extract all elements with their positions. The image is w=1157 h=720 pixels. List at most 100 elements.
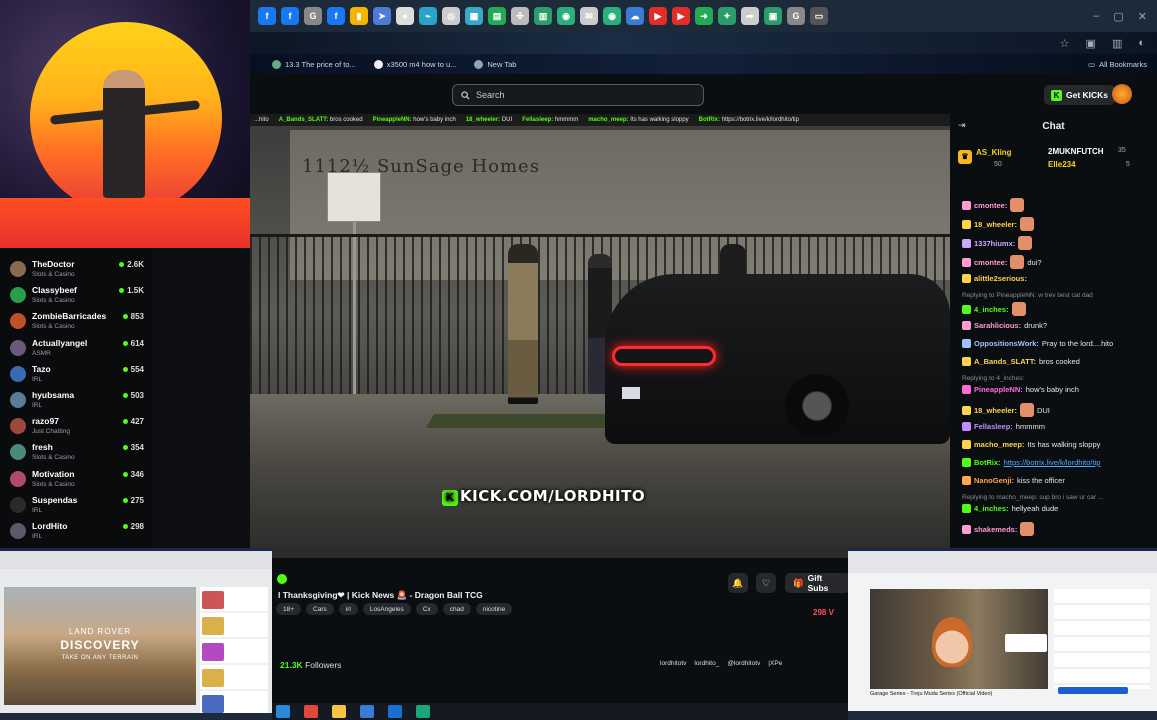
social-link[interactable]: lordhitotv	[660, 660, 686, 667]
chat-username[interactable]: BotRix:	[974, 458, 1001, 467]
chat-message[interactable]: Fellasleep: hmmmm	[962, 422, 1045, 431]
video-thumbnail[interactable]	[202, 617, 224, 635]
subscribe-button[interactable]	[1058, 687, 1128, 694]
arrow-icon[interactable]: ➜	[695, 7, 713, 25]
leaderboard-row[interactable]: Classybeef Slots & Casino 1.5K	[8, 282, 148, 308]
table-icon[interactable]: ▥	[534, 7, 552, 25]
notification-bell-button[interactable]: 🔔	[728, 573, 748, 593]
stream-tag[interactable]: Cx	[415, 603, 438, 615]
youtube-icon[interactable]: ▶	[672, 7, 690, 25]
video-thumbnail[interactable]	[202, 695, 224, 713]
chat-message[interactable]: cmontee:	[962, 198, 1025, 212]
leaderboard-row[interactable]: razo97 Just Chatting 427	[8, 413, 148, 439]
circle-icon[interactable]: ●	[396, 7, 414, 25]
video-thumbnail[interactable]	[202, 669, 224, 687]
bookmark-item[interactable]: 13.3 The price of to...	[272, 59, 356, 69]
chat-username[interactable]: cmontee:	[974, 258, 1007, 267]
google-icon[interactable]: G	[304, 7, 322, 25]
leaderboard-row[interactable]: TheDoctor Slots & Casino 2.6K	[8, 256, 148, 282]
youtube-icon[interactable]: ▶	[649, 7, 667, 25]
chat-link[interactable]: https://botrix.live/k/lordhito/tip	[1004, 458, 1101, 467]
chat-username[interactable]: OppositionsWork:	[974, 339, 1039, 348]
chat-username[interactable]: 4_inches:	[974, 305, 1009, 314]
profile-icon[interactable]: ◐	[1138, 37, 1145, 49]
chat-message[interactable]: BotRix: https://botrix.live/k/lordhito/ti…	[962, 458, 1100, 467]
globe-icon[interactable]: ◉	[557, 7, 575, 25]
chat-message[interactable]: 4_inches: hellyeah dude	[962, 504, 1058, 513]
stream-tag[interactable]: chad	[442, 603, 471, 615]
maximize-icon[interactable]: ▢	[1113, 10, 1123, 23]
leaderboard-row[interactable]: fresh Slots & Casino 354	[8, 439, 148, 465]
gift-subs-button[interactable]: 🎁 Gift Subs	[785, 573, 850, 593]
cloud-icon[interactable]: ☁	[626, 7, 644, 25]
chat-message[interactable]: PineappleNN: how's baby inch	[962, 385, 1079, 394]
stream-tag[interactable]: nicotine	[475, 603, 513, 615]
grid-icon[interactable]: ▦	[465, 7, 483, 25]
globe-icon[interactable]: ◉	[603, 7, 621, 25]
chat-message[interactable]: OppositionsWork: Pray to the lord....hito	[962, 339, 1113, 348]
sidepanel-icon[interactable]: ▥	[1112, 37, 1122, 50]
chat-username[interactable]: cmontee:	[974, 201, 1007, 210]
chat-message[interactable]: 1337hiumx:	[962, 236, 1033, 250]
leaderboard-row[interactable]: Actuallyangel ASMR 614	[8, 335, 148, 361]
chat-username[interactable]: shakemeds:	[974, 525, 1017, 534]
chat-username[interactable]: PineappleNN:	[974, 385, 1023, 394]
chat-message[interactable]: Sarahlicious: drunk?	[962, 321, 1047, 330]
folder-icon[interactable]	[332, 705, 346, 718]
chat-message[interactable]: macho_meep: Its has walking sloppy	[962, 440, 1100, 449]
chat-username[interactable]: A_Bands_SLATT:	[974, 357, 1036, 366]
social-link[interactable]: |XPe	[768, 660, 782, 667]
video-thumbnail[interactable]	[202, 591, 224, 609]
chat-username[interactable]: macho_meep:	[974, 440, 1024, 449]
chat-username[interactable]: Sarahlicious:	[974, 321, 1021, 330]
follow-heart-button[interactable]: ♡	[756, 573, 776, 593]
arrow-icon[interactable]: ➤	[373, 7, 391, 25]
chat-message[interactable]: NanoGenji: kiss the officer	[962, 476, 1065, 485]
sheet-icon[interactable]: ▤	[488, 7, 506, 25]
leaderboard-row[interactable]: Suspendas IRL 275	[8, 492, 148, 518]
leaderboard-row[interactable]: ZombieBarricades Slots & Casino 853	[8, 308, 148, 334]
compass-icon[interactable]: ◎	[442, 7, 460, 25]
edge-icon[interactable]	[276, 705, 290, 718]
puzzle-icon[interactable]: ✦	[718, 7, 736, 25]
video-thumbnail[interactable]	[202, 643, 224, 661]
chat-username[interactable]: NanoGenji:	[974, 476, 1014, 485]
stream-tag[interactable]: Cars	[306, 603, 334, 615]
mail-icon[interactable]: ✉	[580, 7, 598, 25]
minimize-icon[interactable]: –	[1093, 10, 1099, 23]
leaderboard-row[interactable]: hyubsama IRL 503	[8, 387, 148, 413]
leaderboard-row[interactable]: Motivation Slots & Casino 346	[8, 466, 148, 492]
chat-username[interactable]: alittle2serious:	[974, 274, 1027, 283]
chrome-icon[interactable]	[304, 705, 318, 718]
social-link[interactable]: lordhito_	[694, 660, 719, 667]
second-gifter-name[interactable]: 2MUKNFUTCH	[1048, 147, 1104, 156]
get-kicks-button[interactable]: K Get KICKs	[1044, 85, 1116, 105]
third-gifter-name[interactable]: Elle234	[1048, 160, 1076, 169]
outlook-icon[interactable]	[388, 705, 402, 718]
google-icon[interactable]: G	[787, 7, 805, 25]
user-avatar[interactable]	[1112, 84, 1132, 104]
car-ad[interactable]: LAND ROVER DISCOVERY TAKE ON ANY TERRAIN	[4, 587, 196, 705]
top-gifter-name[interactable]: AS_Kling	[976, 148, 1012, 157]
app-icon[interactable]	[416, 705, 430, 718]
search-input[interactable]: Search	[452, 84, 704, 106]
stream-video[interactable]: 1112½ SunSage Homes ...hito A_Bands_SLATT…	[250, 114, 950, 558]
social-link[interactable]: @lordhitotv	[727, 660, 760, 667]
chat-message[interactable]: shakemeds:	[962, 522, 1035, 536]
bookmark-icon[interactable]: ▣	[764, 7, 782, 25]
chat-username[interactable]: 4_inches:	[974, 504, 1009, 513]
video-icon[interactable]: ▭	[810, 7, 828, 25]
chat-message[interactable]: A_Bands_SLATT: bros cooked	[962, 357, 1080, 366]
embedded-video[interactable]	[870, 589, 1048, 689]
all-bookmarks[interactable]: ▭ All Bookmarks	[1088, 60, 1157, 69]
leaderboard-row[interactable]: Tazo IRL 554	[8, 361, 148, 387]
chat-message[interactable]: 4_inches:	[962, 302, 1026, 316]
bookmark-item[interactable]: x3500 m4 how to u...	[373, 59, 456, 69]
chat-username[interactable]: Fellasleep:	[974, 422, 1013, 431]
stream-tag[interactable]: irl	[338, 603, 358, 615]
facebook-icon[interactable]: f	[281, 7, 299, 25]
calendar-icon[interactable]	[360, 705, 374, 718]
chat-username[interactable]: 1337hiumx:	[974, 239, 1015, 248]
extensions-icon[interactable]: ▣	[1086, 37, 1096, 50]
chat-username[interactable]: 18_wheeler:	[974, 406, 1017, 415]
